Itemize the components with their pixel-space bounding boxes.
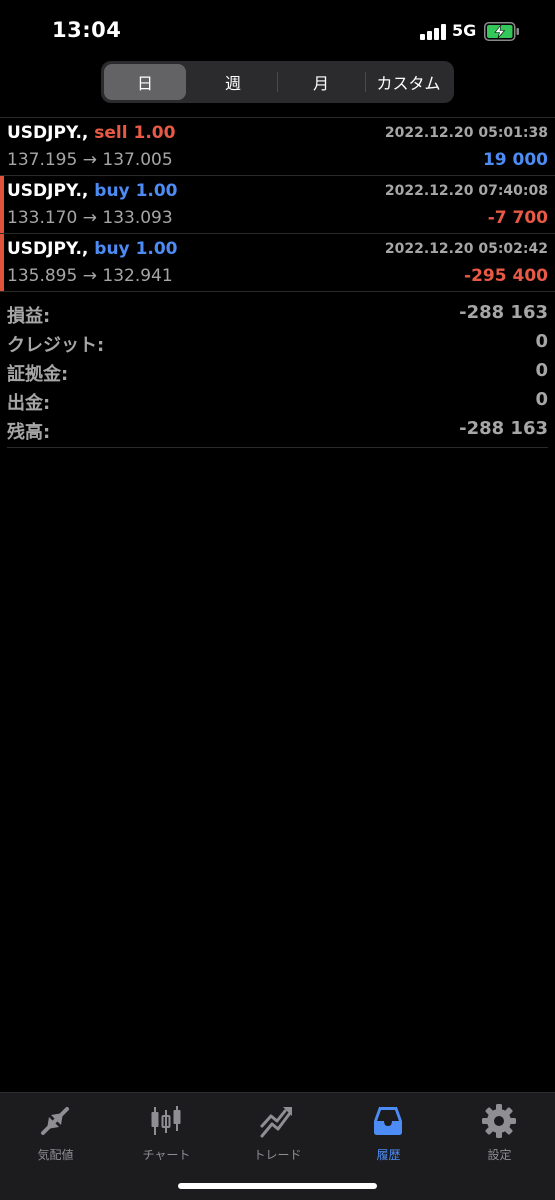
summary-value: 0	[535, 360, 548, 381]
deal-prices: 137.195 → 137.005	[7, 150, 173, 170]
deal-symbol-line: USDJPY., buy 1.00	[7, 239, 178, 259]
network-type: 5G	[452, 21, 477, 40]
deal-symbol-line: USDJPY., sell 1.00	[7, 123, 175, 143]
tab-label: チャート	[142, 1148, 191, 1162]
close-price: 133.093	[102, 208, 173, 228]
deal-symbol: USDJPY.,	[7, 239, 89, 259]
cellular-signal-icon	[420, 24, 446, 40]
status-time: 13:04	[52, 18, 122, 42]
summary-row-credit: クレジット: 0	[0, 329, 555, 358]
deal-time: 2022.12.20 05:01:38	[384, 125, 548, 141]
history-inbox-icon	[374, 1107, 402, 1135]
period-tab-custom[interactable]: カスタム	[366, 64, 451, 100]
summary-row-deposit: 証拠金: 0	[0, 358, 555, 387]
summary-label: クレジット:	[7, 335, 105, 356]
deal-profit: -295 400	[464, 266, 548, 286]
deal-symbol-line: USDJPY., buy 1.00	[7, 181, 178, 201]
price-arrow: →	[82, 208, 97, 228]
deal-side: buy	[94, 239, 130, 259]
tab-label: 気配値	[37, 1148, 74, 1162]
deal-symbol: USDJPY.,	[7, 181, 89, 201]
deal-prices: 135.895 → 132.941	[7, 266, 173, 286]
gear-icon	[482, 1104, 516, 1138]
summary-value: -288 163	[459, 418, 548, 439]
deal-volume: 1.00	[135, 181, 178, 201]
deal-volume: 1.00	[133, 123, 176, 143]
deal-profit: -7 700	[487, 208, 548, 228]
trade-chart-icon	[260, 1107, 292, 1138]
home-indicator	[178, 1183, 377, 1189]
deal-volume: 1.00	[135, 239, 178, 259]
list-divider	[7, 447, 548, 448]
open-price: 135.895	[7, 266, 78, 286]
deal-side: buy	[94, 181, 130, 201]
open-price: 137.195	[7, 150, 78, 170]
summary-label: 証拠金:	[7, 364, 69, 385]
tab-chart[interactable]: チャート	[111, 1101, 222, 1162]
summary-value: 0	[535, 389, 548, 410]
deal-marker	[0, 176, 4, 233]
period-tab-day[interactable]: 日	[104, 64, 186, 100]
close-price: 132.941	[102, 266, 173, 286]
tab-quotes[interactable]: 気配値	[0, 1101, 111, 1162]
tab-history[interactable]: 履歴	[333, 1101, 444, 1162]
deal-row[interactable]: USDJPY., sell 1.00 2022.12.20 05:01:38 1…	[0, 118, 555, 176]
price-arrow: →	[82, 266, 97, 286]
summary-label: 残高:	[7, 422, 51, 443]
price-arrow: →	[82, 150, 97, 170]
period-segmented-control: 日 週 月 カスタム	[101, 61, 454, 103]
tab-label: 履歴	[376, 1148, 401, 1162]
close-price: 137.005	[102, 150, 173, 170]
history-summary: 損益: -288 163 クレジット: 0 証拠金: 0 出金: 0 残高: -…	[0, 300, 555, 445]
quotes-arrows-icon	[41, 1107, 69, 1135]
deal-symbol: USDJPY.,	[7, 123, 89, 143]
deal-marker	[0, 234, 4, 291]
period-tab-week[interactable]: 週	[189, 64, 277, 100]
tab-label: 設定	[487, 1148, 512, 1162]
open-price: 133.170	[7, 208, 78, 228]
summary-row-withdrawal: 出金: 0	[0, 387, 555, 416]
period-tab-month[interactable]: 月	[278, 64, 364, 100]
deal-time: 2022.12.20 05:02:42	[384, 241, 548, 257]
deal-row[interactable]: USDJPY., buy 1.00 2022.12.20 05:02:42 13…	[0, 234, 555, 292]
tab-trade[interactable]: トレード	[222, 1101, 333, 1162]
summary-value: -288 163	[459, 302, 548, 323]
history-screen: 13:04 5G 日 週 月 カスタム USDJPY., sell 1.00 2…	[0, 0, 555, 1200]
deal-time: 2022.12.20 07:40:08	[384, 183, 548, 199]
deal-side: sell	[94, 123, 128, 143]
deal-prices: 133.170 → 133.093	[7, 208, 173, 228]
tab-label: トレード	[253, 1148, 302, 1162]
status-bar: 13:04 5G	[0, 0, 555, 62]
summary-value: 0	[535, 331, 548, 352]
battery-charging-icon	[484, 22, 519, 41]
summary-row-profit: 損益: -288 163	[0, 300, 555, 329]
candlestick-chart-icon	[151, 1106, 181, 1135]
deal-profit: 19 000	[482, 150, 548, 170]
summary-label: 出金:	[7, 393, 51, 414]
summary-label: 損益:	[7, 306, 51, 327]
summary-row-balance: 残高: -288 163	[0, 416, 555, 445]
deal-row[interactable]: USDJPY., buy 1.00 2022.12.20 07:40:08 13…	[0, 176, 555, 234]
tab-settings[interactable]: 設定	[444, 1101, 555, 1162]
